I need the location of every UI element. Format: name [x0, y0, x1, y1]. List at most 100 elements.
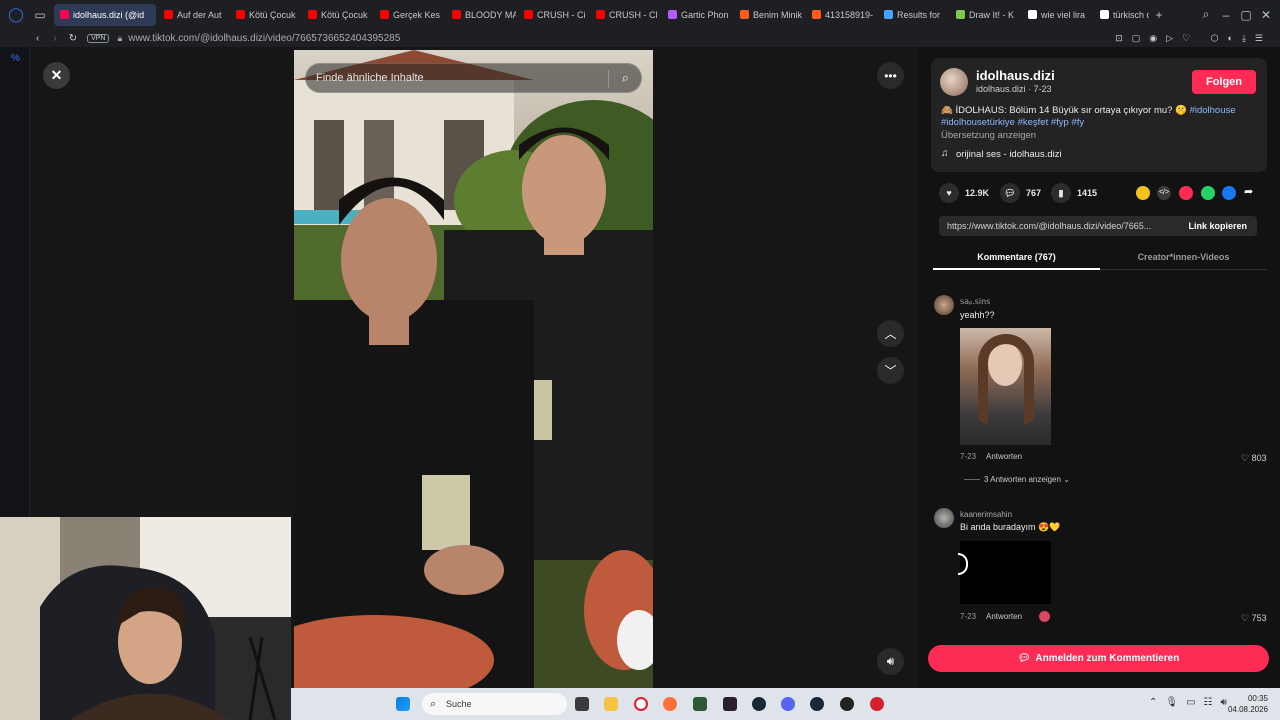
close-icon[interactable]: ✕ — [43, 62, 70, 89]
file-explorer-icon[interactable] — [604, 697, 618, 711]
browser-tab[interactable]: Benim Minik — [734, 4, 804, 26]
percent-icon[interactable]: % — [11, 53, 20, 64]
forward-icon[interactable]: › — [53, 33, 56, 44]
login-to-comment-button[interactable]: 💬︎ Anmelden zum Kommentieren — [928, 645, 1269, 672]
browser-tab[interactable]: Kötü Çocuk — [230, 4, 300, 26]
more-options-icon[interactable]: ••• — [877, 62, 904, 89]
maximize-icon[interactable]: ▢ — [1236, 5, 1256, 25]
toolbar-icons[interactable]: ⊡▢◉▷♡ ⬡◐⤓☰ — [1115, 33, 1272, 44]
whatsapp-icon[interactable] — [1201, 186, 1215, 200]
video-player[interactable] — [294, 50, 653, 688]
discord-icon[interactable] — [781, 697, 795, 711]
comment-like[interactable]: ♡ 753 — [1241, 613, 1267, 624]
view-replies-button[interactable]: 3 Antworten anzeigen ⌄ — [964, 475, 1070, 484]
app-icon-green[interactable] — [693, 697, 707, 711]
browser-tab[interactable]: Gartic Phon — [662, 4, 732, 26]
browser-tab[interactable]: Kötü Çocuk — [302, 4, 372, 26]
browser-tab[interactable]: CRUSH - Ci — [518, 4, 588, 26]
steam-icon-2[interactable] — [810, 697, 824, 711]
tab-favicon-icon — [740, 10, 749, 19]
bookmark-icon[interactable]: ▮ — [1051, 183, 1071, 203]
firefox-icon[interactable] — [663, 697, 677, 711]
search-icon[interactable]: ⌕ — [622, 70, 629, 86]
reply-button[interactable]: Antworten — [986, 612, 1022, 621]
browser-tab[interactable]: Gerçek Kes — [374, 4, 444, 26]
like-stat[interactable]: ♥ 12.9K — [939, 183, 989, 203]
search-input[interactable]: Finde ähnliche Inhalte — [316, 72, 424, 84]
hashtag-link[interactable]: #idolhouse — [1190, 105, 1236, 116]
heart-icon[interactable]: ♥ — [939, 183, 959, 203]
save-stat[interactable]: ▮ 1415 — [1051, 183, 1097, 203]
volume-icon[interactable]: 🔊︎ — [877, 648, 904, 675]
comment-video-thumbnail[interactable] — [958, 541, 1051, 604]
lock-icon: 🔒︎ — [117, 32, 123, 43]
opera-logo-icon[interactable]: ◯ — [6, 5, 26, 25]
comment-heart-icon[interactable]: ♡ — [1241, 613, 1249, 623]
view-replies-label[interactable]: 3 Antworten anzeigen — [984, 475, 1061, 484]
close-window-icon[interactable]: ✕ — [1256, 5, 1276, 25]
creator-name[interactable]: idolhaus.dizi — [976, 68, 1055, 83]
follow-button[interactable]: Folgen — [1192, 70, 1256, 94]
workspaces-icon[interactable]: ▭ — [30, 5, 50, 25]
opera-icon[interactable] — [634, 697, 648, 711]
taskbar-search[interactable]: ⌕ Suche — [422, 693, 567, 715]
comment-heart-icon[interactable]: ♡ — [1241, 453, 1249, 463]
back-icon[interactable]: ‹ — [36, 33, 39, 44]
commenter-avatar[interactable] — [934, 508, 954, 528]
search-tabs-icon[interactable]: ⌕ — [1196, 5, 1216, 25]
hashtag-links[interactable]: #idolhousetürkiye #keşfet #fyp #fy — [941, 117, 1084, 128]
app-icon-red[interactable] — [870, 697, 884, 711]
tab-creator-videos[interactable]: Creator*innen-Videos — [1100, 248, 1267, 270]
comment-stat[interactable]: 💬︎ 767 — [1000, 183, 1041, 203]
browser-tab[interactable]: 413158919- — [806, 4, 876, 26]
tab-favicon-icon — [812, 10, 821, 19]
steam-icon[interactable] — [752, 697, 766, 711]
clock-date: 04.08.2026 — [1227, 705, 1268, 714]
tab-favicon-icon — [596, 10, 605, 19]
browser-tab[interactable]: CRUSH - Cl — [590, 4, 660, 26]
comment-username[interactable]: kaanerimsahin — [960, 510, 1012, 519]
repost-icon[interactable] — [1136, 186, 1150, 200]
tab-label: idolhaus.dizi (@id — [73, 9, 145, 20]
similar-content-search[interactable]: Finde ähnliche Inhalte ⌕ — [305, 63, 642, 93]
previous-video-icon[interactable]: ︿ — [877, 320, 904, 347]
copy-link-button[interactable]: Link kopieren — [1188, 221, 1247, 231]
send-icon[interactable] — [1179, 186, 1193, 200]
browser-tab[interactable]: Results for — [878, 4, 948, 26]
browser-tab[interactable]: idolhaus.dizi (@id — [54, 3, 156, 26]
app-icon-red-dot[interactable] — [840, 697, 854, 711]
reply-button[interactable]: Antworten — [986, 452, 1022, 461]
tab-label: türkisch deu — [1113, 9, 1149, 20]
minimize-icon[interactable]: – — [1216, 5, 1236, 25]
translate-link[interactable]: Übersetzung anzeigen — [941, 130, 1036, 141]
reload-icon[interactable]: ↻ — [69, 33, 77, 44]
taskbar-clock[interactable]: 00:35 04.08.2026 — [1228, 693, 1268, 715]
comment-text: yeahh?? — [960, 310, 995, 320]
tray-icons[interactable]: ⌃🎙︎▭☷🔊︎ — [1149, 697, 1235, 708]
comment-like[interactable]: ♡ 803 — [1241, 453, 1267, 464]
commenter-avatar[interactable] — [934, 295, 954, 315]
browser-tab[interactable]: Auf der Aut — [158, 4, 228, 26]
tab-comments[interactable]: Kommentare (767) — [933, 248, 1100, 270]
windows-start-icon[interactable] — [396, 697, 410, 711]
task-view-icon[interactable] — [575, 697, 589, 711]
comment-image[interactable] — [960, 328, 1051, 445]
vpn-badge[interactable]: VPN — [87, 33, 110, 43]
taskbar-search-label: Suche — [446, 699, 472, 709]
creator-avatar[interactable] — [940, 68, 968, 96]
comment-icon[interactable]: 💬︎ — [1000, 183, 1020, 203]
browser-tab[interactable]: türkisch deu — [1094, 4, 1149, 26]
url-field[interactable]: www.tiktok.com/@idolhaus.dizi/video/7665… — [128, 33, 400, 44]
browser-tab[interactable]: Draw It! - K — [950, 4, 1020, 26]
embed-icon[interactable]: </> — [1157, 186, 1171, 200]
share-arrow-icon[interactable]: ➦ — [1244, 185, 1253, 198]
tab-label: wie viel lira — [1041, 9, 1086, 20]
browser-tab[interactable]: BLOODY MA — [446, 4, 516, 26]
facebook-icon[interactable] — [1222, 186, 1236, 200]
next-video-icon[interactable]: ﹀ — [877, 357, 904, 384]
sound-link[interactable]: orijinal ses - idolhaus.dizi — [956, 149, 1062, 160]
comment-username[interactable]: 𝗌𝖺ₚ.𝗌𝗂𝗇𝗌 — [960, 297, 990, 306]
new-tab-button[interactable]: + — [1149, 5, 1169, 25]
app-icon-dark[interactable] — [723, 697, 737, 711]
browser-tab[interactable]: wie viel lira — [1022, 4, 1092, 26]
